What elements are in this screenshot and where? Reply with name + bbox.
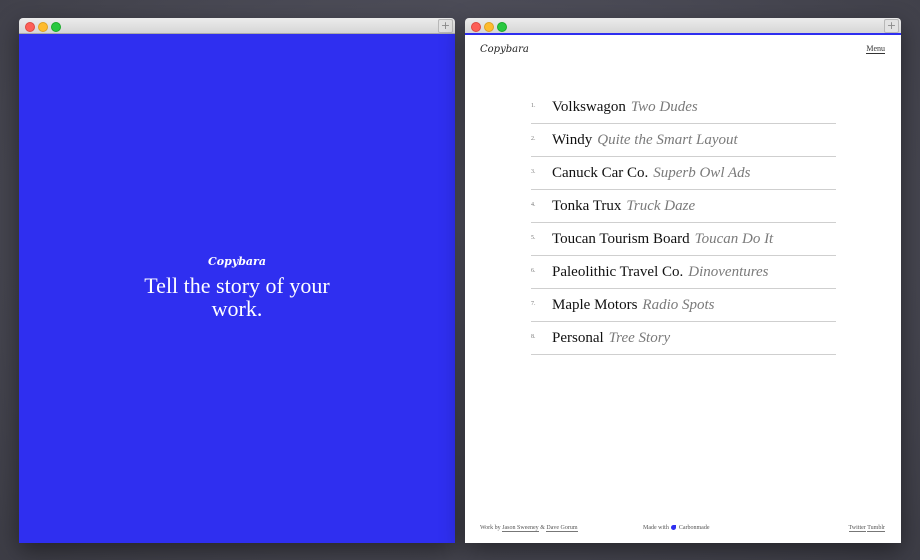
carbonmade-link[interactable]: Carbonmade	[679, 525, 710, 531]
project-name: Radio Spots	[642, 297, 715, 313]
zoom-window-button[interactable]	[497, 22, 507, 32]
ampersand: &	[540, 525, 545, 531]
project-name: Tree Story	[608, 330, 671, 346]
client-name: Paleolithic Travel Co.	[552, 264, 684, 280]
project-row[interactable]: 4. Tonka Trux Truck Daze	[531, 190, 836, 223]
window-titlebar: +	[465, 18, 901, 35]
made-with-label: Made with	[643, 525, 669, 531]
minimize-window-button[interactable]	[38, 22, 48, 32]
project-name: Dinoventures	[688, 264, 769, 280]
project-name: Truck Daze	[626, 198, 696, 214]
project-number: 4.	[531, 202, 536, 208]
project-row[interactable]: 6. Paleolithic Travel Co. Dinoventures	[531, 256, 836, 289]
client-name: Volkswagon	[552, 99, 626, 115]
project-row[interactable]: 1. Volkswagon Two Dudes	[531, 91, 836, 124]
menu-link[interactable]: Menu	[866, 44, 885, 54]
client-name: Personal	[552, 330, 604, 346]
portfolio-page: Copybara Menu 1. Volkswagon Two Dudes 2. …	[465, 35, 901, 543]
zoom-window-button[interactable]	[51, 22, 61, 32]
page-footer: Work by Jason Sweeney & Dave Gorum Made …	[480, 525, 885, 533]
project-title[interactable]: Windy Quite the Smart Layout	[552, 132, 738, 149]
author-link-jason[interactable]: Jason Sweeney	[502, 525, 539, 532]
social-links: Twitter Tumblr	[848, 525, 885, 532]
project-list: 1. Volkswagon Two Dudes 2. Windy Quite the…	[531, 91, 836, 355]
client-name: Tonka Trux	[552, 198, 622, 214]
carbonmade-icon	[671, 525, 677, 531]
twitter-link[interactable]: Twitter	[848, 525, 866, 532]
browser-window-left: + Copybara Tell the story of your work.	[19, 18, 455, 543]
tagline: Tell the story of your work.	[144, 273, 330, 321]
close-window-button[interactable]	[471, 22, 481, 32]
work-by-label: Work by	[480, 525, 501, 531]
tumblr-link[interactable]: Tumblr	[867, 525, 885, 532]
project-number: 1.	[531, 103, 536, 109]
project-row[interactable]: 8. Personal Tree Story	[531, 322, 836, 355]
project-name: Quite the Smart Layout	[597, 132, 738, 148]
close-window-button[interactable]	[25, 22, 35, 32]
site-logo[interactable]: Copybara	[480, 44, 529, 55]
project-title[interactable]: Tonka Trux Truck Daze	[552, 198, 695, 215]
project-name: Two Dudes	[630, 99, 698, 115]
project-number: 6.	[531, 268, 536, 274]
project-number: 2.	[531, 136, 536, 142]
project-title[interactable]: Maple Motors Radio Spots	[552, 297, 715, 314]
window-titlebar: +	[19, 18, 455, 34]
project-title[interactable]: Personal Tree Story	[552, 330, 670, 347]
client-name: Maple Motors	[552, 297, 638, 313]
credits: Work by Jason Sweeney & Dave Gorum	[480, 525, 578, 532]
project-number: 3.	[531, 169, 536, 175]
site-logo[interactable]: Copybara	[19, 255, 455, 268]
new-tab-plus-icon[interactable]: +	[884, 19, 899, 33]
author-link-dave[interactable]: Dave Gorum	[546, 525, 578, 532]
project-row[interactable]: 5. Toucan Tourism Board Toucan Do It	[531, 223, 836, 256]
project-name: Superb Owl Ads	[653, 165, 751, 181]
project-row[interactable]: 7. Maple Motors Radio Spots	[531, 289, 836, 322]
project-title[interactable]: Toucan Tourism Board Toucan Do It	[552, 231, 773, 248]
client-name: Canuck Car Co.	[552, 165, 649, 181]
splash-screen: Copybara Tell the story of your work.	[19, 34, 455, 543]
client-name: Toucan Tourism Board	[552, 231, 690, 247]
project-number: 5.	[531, 235, 536, 241]
new-tab-plus-icon[interactable]: +	[438, 19, 453, 33]
project-number: 7.	[531, 301, 536, 307]
project-row[interactable]: 3. Canuck Car Co. Superb Owl Ads	[531, 157, 836, 190]
project-name: Toucan Do It	[694, 231, 774, 247]
project-title[interactable]: Volkswagon Two Dudes	[552, 99, 698, 116]
project-title[interactable]: Canuck Car Co. Superb Owl Ads	[552, 165, 750, 182]
project-title[interactable]: Paleolithic Travel Co. Dinoventures	[552, 264, 769, 281]
minimize-window-button[interactable]	[484, 22, 494, 32]
browser-window-right: + Copybara Menu 1. Volkswagon Two Dudes 2…	[465, 18, 901, 543]
client-name: Windy	[552, 132, 593, 148]
made-with[interactable]: Made with Carbonmade	[643, 525, 709, 531]
project-row[interactable]: 2. Windy Quite the Smart Layout	[531, 124, 836, 157]
project-number: 8.	[531, 334, 536, 340]
